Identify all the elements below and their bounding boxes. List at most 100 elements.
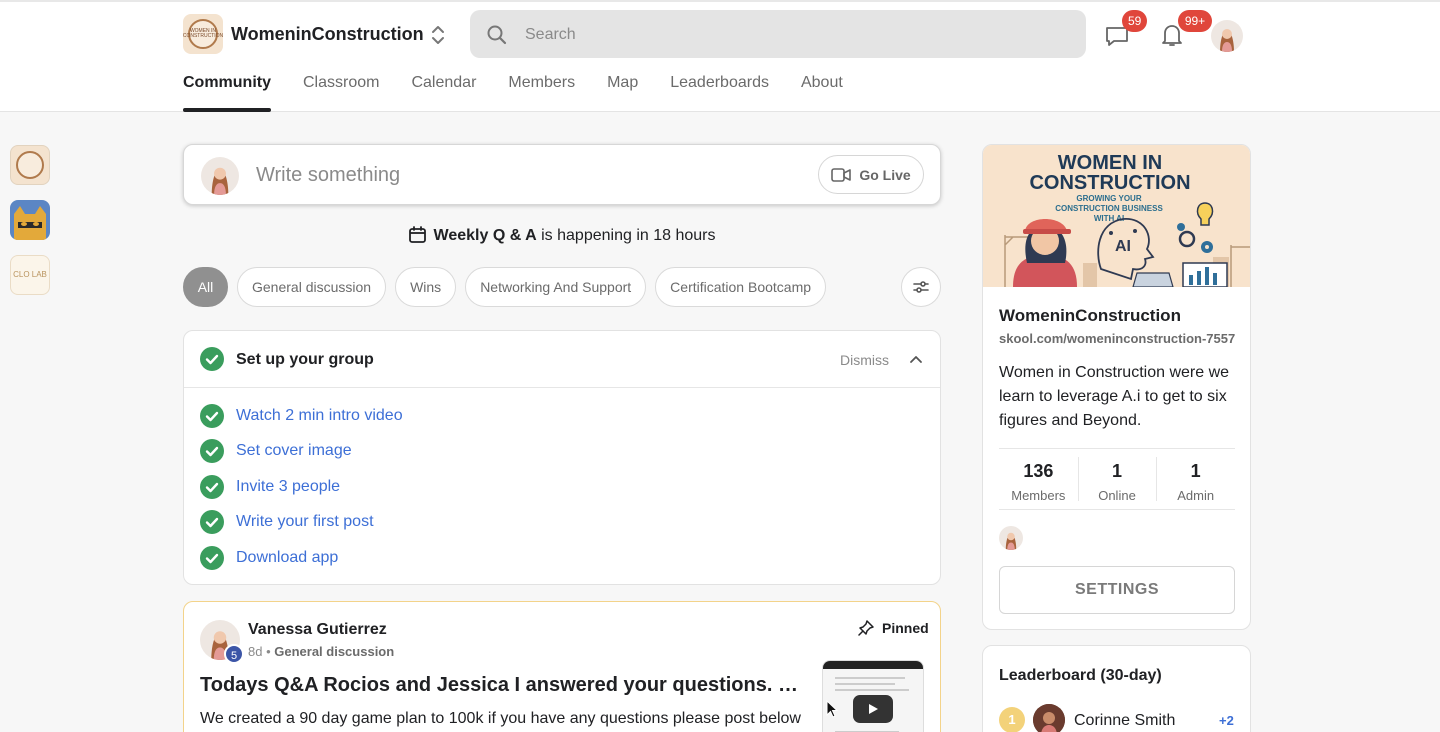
setup-checklist: Set up your group Dismiss Watch 2 min in…	[183, 330, 941, 585]
avatar-image-icon	[201, 157, 239, 195]
rail-group-clo-lab[interactable]: CLO LAB	[10, 255, 50, 295]
video-camera-icon	[831, 167, 852, 182]
category-general-discussion[interactable]: General discussion	[237, 267, 387, 307]
setup-title: Set up your group	[236, 351, 374, 368]
setup-item-intro-video[interactable]: Watch 2 min intro video	[236, 407, 403, 425]
search-input[interactable]: Search	[525, 26, 576, 44]
tab-members[interactable]: Members	[508, 74, 575, 112]
mouse-cursor-icon	[826, 700, 838, 718]
category-networking[interactable]: Networking And Support	[465, 267, 647, 307]
chevron-up-icon[interactable]	[908, 351, 924, 367]
category-wins[interactable]: Wins	[395, 267, 457, 307]
upcoming-event-banner[interactable]: Weekly Q & A is happening in 18 hours	[183, 226, 941, 245]
avatar-image-icon	[1033, 704, 1065, 732]
card-group-description: Women in Construction were we learn to l…	[999, 364, 1230, 429]
category-certification[interactable]: Certification Bootcamp	[655, 267, 827, 307]
author-level-badge: 5	[224, 644, 244, 664]
play-icon[interactable]	[853, 695, 893, 723]
cat-icon	[14, 206, 46, 240]
search-bar[interactable]: Search	[470, 10, 1086, 58]
leaderboard-avatar[interactable]	[1033, 704, 1065, 732]
setup-item-first-post[interactable]: Write your first post	[236, 513, 374, 531]
rail-group-cat[interactable]	[10, 200, 50, 240]
setup-item-invite[interactable]: Invite 3 people	[236, 478, 340, 496]
post-author-name[interactable]: Vanessa Gutierrez	[248, 621, 387, 639]
dismiss-button[interactable]: Dismiss	[840, 352, 889, 368]
leaderboard-member-name[interactable]: Corinne Smith	[1074, 712, 1175, 730]
group-logo[interactable]: WOMEN IN CONSTRUCTION	[183, 14, 223, 54]
setup-item-download-app[interactable]: Download app	[236, 549, 338, 567]
chat-badge: 59	[1122, 10, 1148, 32]
write-something-input[interactable]: Write something	[256, 164, 400, 187]
post-title[interactable]: Todays Q&A Rocios and Jessica I answered…	[200, 674, 810, 697]
sliders-icon	[913, 281, 929, 293]
rail-logo-icon	[16, 151, 44, 179]
setup-item-cover-image[interactable]: Set cover image	[236, 442, 352, 460]
stat-online[interactable]: 1 Online	[1077, 449, 1157, 509]
setup-header: Set up your group Dismiss	[184, 331, 940, 388]
leaderboard-title: Leaderboard (30-day)	[999, 667, 1162, 684]
post-meta: 8d • General discussion	[248, 644, 395, 659]
cover-title: WOMEN IN CONSTRUCTION	[1029, 152, 1191, 194]
pinned-label: Pinned	[882, 620, 929, 636]
check-circle-icon	[200, 510, 224, 534]
stat-admin-value: 1	[1190, 461, 1201, 481]
go-live-label: Go Live	[859, 166, 911, 183]
logo-badge: WOMEN IN CONSTRUCTION	[183, 19, 223, 49]
group-name[interactable]: WomeninConstruction	[231, 24, 424, 45]
tab-classroom[interactable]: Classroom	[303, 74, 379, 112]
post-composer[interactable]: Write something Go Live	[183, 144, 941, 205]
category-filter: All General discussion Wins Networking A…	[183, 267, 835, 307]
stat-online-label: Online	[1098, 488, 1136, 503]
composer-avatar	[201, 157, 239, 195]
group-rail: CLO LAB	[10, 145, 50, 310]
post-age: 8d	[248, 644, 263, 659]
user-avatar[interactable]	[1211, 20, 1243, 52]
settings-button[interactable]: SETTINGS	[999, 566, 1235, 614]
leaderboard-points: +2	[1219, 713, 1234, 728]
tab-calendar[interactable]: Calendar	[411, 74, 476, 112]
check-circle-icon	[200, 347, 224, 371]
rail-group-women-in-construction[interactable]	[10, 145, 50, 185]
stat-members[interactable]: 136 Members	[999, 449, 1078, 509]
top-header: WOMEN IN CONSTRUCTION WomeninConstructio…	[0, 0, 1440, 112]
main-tabs: Community Classroom Calendar Members Map…	[183, 74, 875, 112]
leaderboard-rank: 1	[999, 707, 1025, 732]
cover-subtitle: GROWING YOUR CONSTRUCTION BUSINESS WITH …	[1055, 194, 1163, 223]
tab-leaderboards[interactable]: Leaderboards	[670, 74, 769, 112]
group-stats: 136 Members 1 Online 1 Admin	[999, 448, 1235, 510]
filter-settings-button[interactable]	[901, 267, 941, 307]
post-body: We created a 90 day game plan to 100k if…	[200, 710, 801, 727]
group-switcher-icon[interactable]	[428, 23, 448, 47]
pinned-indicator: Pinned	[858, 620, 929, 636]
go-live-button[interactable]: Go Live	[818, 155, 924, 194]
post-video-thumbnail[interactable]	[822, 660, 924, 732]
event-name: Weekly Q & A	[433, 227, 537, 244]
search-icon	[487, 25, 507, 45]
group-about-card: WOMEN IN CONSTRUCTION GROWING YOUR CONST…	[982, 144, 1251, 630]
check-circle-icon	[200, 475, 224, 499]
event-timing: is happening in 18 hours	[541, 227, 716, 244]
calendar-icon	[408, 226, 426, 243]
stat-admin-label: Admin	[1177, 488, 1215, 503]
check-circle-icon	[200, 439, 224, 463]
member-avatar[interactable]	[999, 526, 1023, 550]
svg-text:AI: AI	[1115, 238, 1131, 255]
stat-online-value: 1	[1112, 461, 1123, 481]
notification-badge: 99+	[1178, 10, 1212, 32]
check-circle-icon	[200, 404, 224, 428]
avatar-image-icon	[1211, 20, 1243, 52]
category-all[interactable]: All	[183, 267, 228, 307]
tab-about[interactable]: About	[801, 74, 843, 112]
post-category[interactable]: General discussion	[274, 644, 394, 659]
card-group-url[interactable]: skool.com/womeninconstruction-7557	[999, 331, 1235, 346]
tab-community[interactable]: Community	[183, 74, 271, 112]
stat-admin[interactable]: 1 Admin	[1156, 449, 1235, 509]
stat-members-value: 136	[1023, 461, 1054, 481]
pin-icon	[858, 620, 874, 636]
avatar-image-icon	[999, 526, 1023, 550]
group-cover-image[interactable]: WOMEN IN CONSTRUCTION GROWING YOUR CONST…	[983, 145, 1250, 287]
tab-map[interactable]: Map	[607, 74, 638, 112]
stat-members-label: Members	[1011, 488, 1066, 503]
check-circle-icon	[200, 546, 224, 570]
